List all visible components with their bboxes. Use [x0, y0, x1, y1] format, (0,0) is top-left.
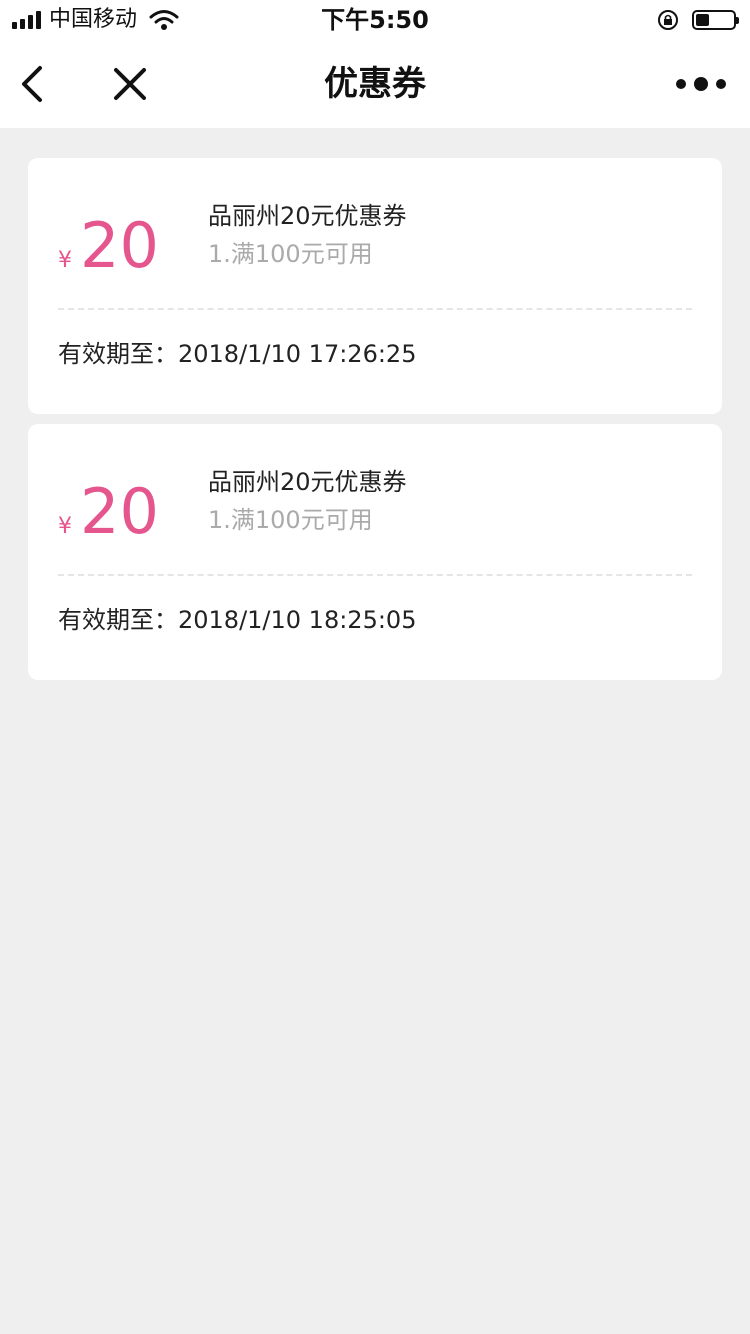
currency-symbol: ¥	[58, 514, 72, 539]
currency-symbol: ¥	[58, 248, 72, 273]
orientation-lock-icon	[658, 10, 678, 30]
coupon-amount: ¥ 20	[58, 206, 159, 286]
coupon-condition: 1.满100元可用	[208, 506, 373, 534]
battery-fill	[696, 14, 709, 26]
coupon-card[interactable]: ¥ 20 品丽州20元优惠券 1.满100元可用 有效期至：2018/1/10 …	[28, 424, 722, 680]
navigation-bar: 优惠券	[0, 40, 750, 128]
coupon-value: 20	[80, 209, 159, 282]
dashed-divider	[58, 574, 692, 576]
status-time: 下午5:50	[321, 6, 429, 34]
coupon-list: ¥ 20 品丽州20元优惠券 1.满100元可用 有效期至：2018/1/10 …	[28, 158, 722, 690]
battery-icon	[692, 10, 739, 30]
coupon-validity: 有效期至：2018/1/10 18:25:05	[58, 606, 417, 634]
coupon-name: 品丽州20元优惠券	[208, 468, 407, 496]
page-title: 优惠券	[324, 64, 426, 104]
coupon-value: 20	[80, 475, 159, 548]
status-bar: 中国移动 下午5:50	[0, 0, 750, 40]
coupon-condition: 1.满100元可用	[208, 240, 373, 268]
coupon-card[interactable]: ¥ 20 品丽州20元优惠券 1.满100元可用 有效期至：2018/1/10 …	[28, 158, 722, 414]
coupon-name: 品丽州20元优惠券	[208, 202, 407, 230]
more-dots-icon[interactable]	[676, 68, 726, 100]
dashed-divider	[58, 308, 692, 310]
coupon-validity: 有效期至：2018/1/10 17:26:25	[58, 340, 417, 368]
coupon-amount: ¥ 20	[58, 472, 159, 552]
status-right	[656, 8, 739, 32]
